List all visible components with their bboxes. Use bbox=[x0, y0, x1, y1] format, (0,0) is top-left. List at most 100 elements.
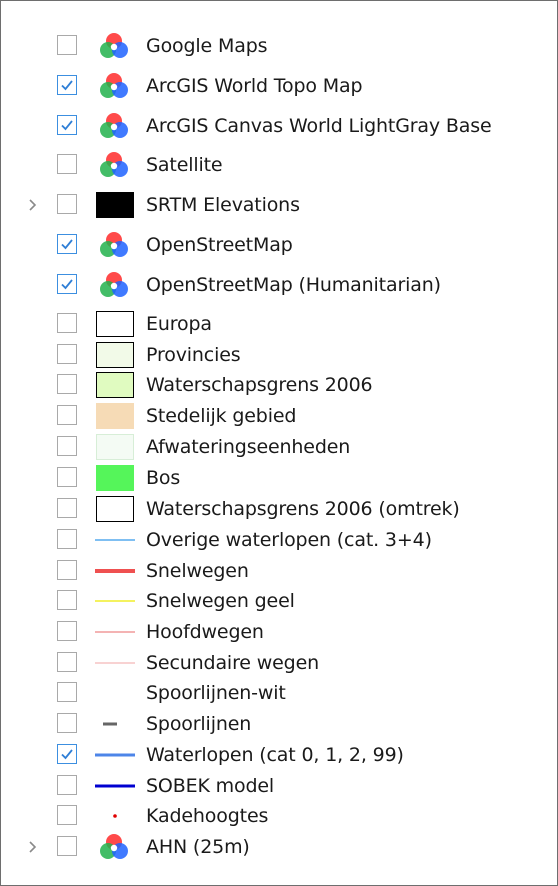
layer-visibility-checkbox[interactable] bbox=[57, 194, 77, 214]
layer-visibility-checkbox[interactable] bbox=[57, 529, 77, 549]
point-swatch bbox=[95, 802, 135, 830]
layer-label: OpenStreetMap bbox=[146, 234, 293, 256]
layer-row[interactable]: Afwateringseenheden bbox=[1, 431, 557, 463]
layer-label: Spoorlijnen-wit bbox=[146, 682, 286, 704]
layer-label: ArcGIS Canvas World LightGray Base bbox=[146, 115, 492, 137]
layer-row[interactable]: Spoorlijnen bbox=[1, 708, 557, 740]
layers-panel: Google Maps ArcGIS World Topo Map ArcGIS C… bbox=[0, 0, 558, 886]
layer-label: Snelwegen bbox=[146, 560, 249, 582]
polygon-swatch bbox=[95, 433, 135, 461]
layer-row[interactable]: AHN (25m) bbox=[1, 831, 557, 863]
layer-label: Waterlopen (cat 0, 1, 2, 99) bbox=[146, 744, 404, 766]
layer-visibility-checkbox[interactable] bbox=[57, 436, 77, 456]
layer-row[interactable]: Secundaire wegen bbox=[1, 647, 557, 679]
layer-visibility-checkbox[interactable] bbox=[57, 836, 77, 856]
layer-visibility-checkbox[interactable] bbox=[57, 560, 77, 580]
layer-row[interactable]: Hoofdwegen bbox=[1, 616, 557, 648]
layer-visibility-checkbox[interactable] bbox=[57, 805, 77, 825]
layer-row[interactable]: SOBEK model bbox=[1, 770, 557, 802]
layer-label: Waterschapsgrens 2006 bbox=[146, 374, 373, 396]
layer-label: Kadehoogtes bbox=[146, 805, 269, 827]
layer-visibility-checkbox[interactable] bbox=[57, 713, 77, 733]
layer-visibility-checkbox[interactable] bbox=[57, 115, 77, 135]
checkmark-icon bbox=[61, 239, 73, 250]
layer-row[interactable]: ArcGIS World Topo Map bbox=[1, 70, 557, 102]
empty-symbol bbox=[95, 679, 135, 707]
layer-row[interactable]: Waterlopen (cat 0, 1, 2, 99) bbox=[1, 739, 557, 771]
layer-row[interactable]: OpenStreetMap bbox=[1, 229, 557, 261]
polygon-swatch bbox=[95, 402, 135, 430]
checkmark-icon bbox=[61, 749, 73, 760]
layer-label: Europa bbox=[146, 313, 212, 335]
layer-row[interactable]: Waterschapsgrens 2006 (omtrek) bbox=[1, 493, 557, 525]
layer-row[interactable]: Kadehoogtes bbox=[1, 800, 557, 832]
layer-label: Provincies bbox=[146, 344, 241, 366]
polygon-swatch bbox=[95, 341, 135, 369]
layer-visibility-checkbox[interactable] bbox=[57, 313, 77, 333]
layer-row[interactable]: OpenStreetMap (Humanitarian) bbox=[1, 269, 557, 301]
layer-visibility-checkbox[interactable] bbox=[57, 652, 77, 672]
chevron-right-icon[interactable] bbox=[28, 840, 38, 854]
layer-visibility-checkbox[interactable] bbox=[57, 467, 77, 487]
layer-row[interactable]: SRTM Elevations bbox=[1, 189, 557, 221]
layer-visibility-checkbox[interactable] bbox=[57, 234, 77, 254]
line-swatch bbox=[95, 710, 135, 738]
layer-label: ArcGIS World Topo Map bbox=[146, 75, 363, 97]
layer-label: Hoofdwegen bbox=[146, 621, 264, 643]
layer-row[interactable]: Bos bbox=[1, 462, 557, 494]
chevron-right-icon[interactable] bbox=[28, 198, 38, 212]
polygon-swatch bbox=[95, 310, 135, 338]
line-swatch bbox=[95, 557, 135, 585]
colorwheel-icon bbox=[95, 271, 135, 299]
layer-visibility-checkbox[interactable] bbox=[57, 744, 77, 764]
layer-row[interactable]: Europa bbox=[1, 308, 557, 340]
layer-row[interactable]: Satellite bbox=[1, 149, 557, 181]
line-swatch bbox=[95, 649, 135, 677]
checkmark-icon bbox=[61, 80, 73, 91]
layer-visibility-checkbox[interactable] bbox=[57, 682, 77, 702]
layer-label: AHN (25m) bbox=[146, 836, 250, 858]
layer-label: Google Maps bbox=[146, 35, 268, 57]
layer-row[interactable]: Waterschapsgrens 2006 bbox=[1, 369, 557, 401]
layer-visibility-checkbox[interactable] bbox=[57, 274, 77, 294]
line-swatch bbox=[95, 741, 135, 769]
line-swatch bbox=[95, 772, 135, 800]
layer-visibility-checkbox[interactable] bbox=[57, 374, 77, 394]
layer-visibility-checkbox[interactable] bbox=[57, 621, 77, 641]
layer-label: Secundaire wegen bbox=[146, 652, 320, 674]
layer-visibility-checkbox[interactable] bbox=[57, 154, 77, 174]
colorwheel-icon bbox=[95, 72, 135, 100]
layer-row[interactable]: Snelwegen geel bbox=[1, 585, 557, 617]
layer-visibility-checkbox[interactable] bbox=[57, 35, 77, 55]
polygon-swatch bbox=[95, 371, 135, 399]
layer-visibility-checkbox[interactable] bbox=[57, 405, 77, 425]
layer-row[interactable]: Overige waterlopen (cat. 3+4) bbox=[1, 524, 557, 556]
checkmark-icon bbox=[61, 120, 73, 131]
line-swatch bbox=[95, 526, 135, 554]
layer-visibility-checkbox[interactable] bbox=[57, 775, 77, 795]
layer-label: SRTM Elevations bbox=[146, 194, 300, 216]
layer-row[interactable]: Spoorlijnen-wit bbox=[1, 677, 557, 709]
layer-label: Overige waterlopen (cat. 3+4) bbox=[146, 529, 432, 551]
layer-visibility-checkbox[interactable] bbox=[57, 590, 77, 610]
layer-label: Spoorlijnen bbox=[146, 713, 252, 735]
layer-label: Snelwegen geel bbox=[146, 590, 295, 612]
layer-label: SOBEK model bbox=[146, 775, 275, 797]
line-swatch bbox=[95, 618, 135, 646]
colorwheel-icon bbox=[95, 32, 135, 60]
layer-visibility-checkbox[interactable] bbox=[57, 498, 77, 518]
layer-row[interactable]: Google Maps bbox=[1, 30, 557, 62]
checkmark-icon bbox=[61, 279, 73, 290]
colorwheel-icon bbox=[95, 112, 135, 140]
layer-row[interactable]: ArcGIS Canvas World LightGray Base bbox=[1, 110, 557, 142]
colorwheel-icon bbox=[95, 833, 135, 861]
layer-row[interactable]: Snelwegen bbox=[1, 555, 557, 587]
layer-label: Afwateringseenheden bbox=[146, 436, 351, 458]
colorwheel-icon bbox=[95, 151, 135, 179]
layer-row[interactable]: Stedelijk gebied bbox=[1, 400, 557, 432]
layer-label: OpenStreetMap (Humanitarian) bbox=[146, 274, 441, 296]
layer-visibility-checkbox[interactable] bbox=[57, 75, 77, 95]
layer-visibility-checkbox[interactable] bbox=[57, 344, 77, 364]
colorwheel-icon bbox=[95, 231, 135, 259]
layer-row[interactable]: Provincies bbox=[1, 339, 557, 371]
